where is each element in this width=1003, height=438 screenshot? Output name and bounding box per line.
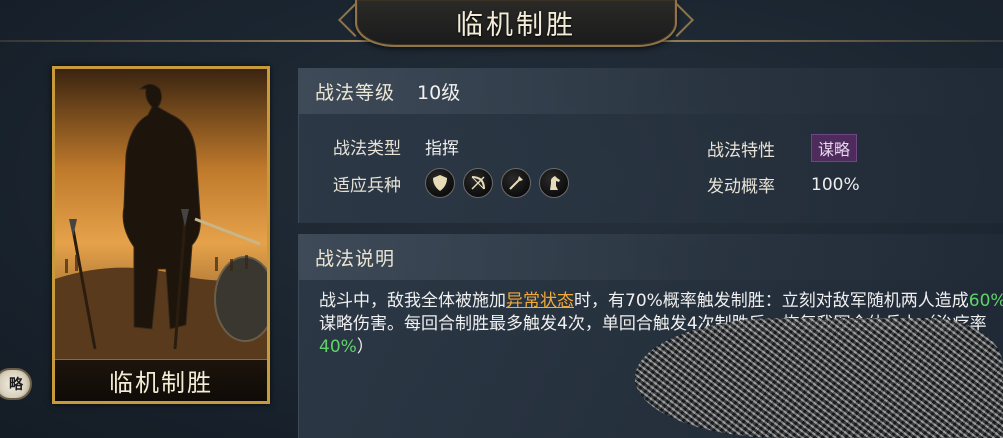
skill-card-art [55,69,267,359]
level-header: 战法等级 10级 [299,68,1003,114]
trigger-chance-row: 发动概率 100% [707,172,860,198]
skill-attributes-panel: 战法等级 10级 战法类型 指挥 战法特性 谋略 适应兵种 发动概率 100% [298,68,1003,223]
troop-type-row: 适应兵种 [333,168,569,198]
trigger-chance-value: 100% [811,174,860,195]
description-part: 战斗中，敌我全体被施加 [319,291,506,311]
skill-feature-label: 战法特性 [707,140,775,161]
skill-card-name-bar: 临机制胜 [55,359,267,401]
level-value: 10级 [417,81,461,104]
description-header-label: 战法说明 [315,247,396,270]
heal-percent: 40% [319,337,357,357]
damage-percent: 60% [968,291,1003,311]
skill-feature-row: 战法特性 谋略 [707,134,858,162]
skill-card-name: 临机制胜 [109,369,213,397]
horse-icon[interactable] [539,168,569,198]
abnormal-status-link[interactable]: 异常状态 [506,291,574,311]
level-label: 战法等级 [315,81,396,104]
skill-feature-tag: 谋略 [811,134,858,162]
troop-type-label: 适应兵种 [333,175,401,196]
watermark-noise-overlay [635,318,1003,438]
skill-type-label: 战法类型 [333,139,401,159]
spear-icon[interactable] [501,168,531,198]
bow-icon[interactable] [463,168,493,198]
title-plaque: 临机制胜 [355,0,677,47]
troop-icons [425,168,569,198]
skill-type-row: 战法类型 指挥 [333,134,459,159]
description-header: 战法说明 [299,234,1003,280]
shield-icon[interactable] [425,168,455,198]
page-title: 临机制胜 [456,10,576,41]
description-part: 时，有70%概率触发制胜：立刻对敌军随机两人造成 [574,291,969,311]
skill-type-value: 指挥 [425,139,459,159]
description-part: ） [356,337,374,357]
skill-card[interactable]: 临机制胜 [52,66,270,404]
trigger-chance-label: 发动概率 [707,177,775,197]
strategy-badge-label: 略 [9,377,23,393]
strategy-badge[interactable]: 略 [0,368,32,400]
